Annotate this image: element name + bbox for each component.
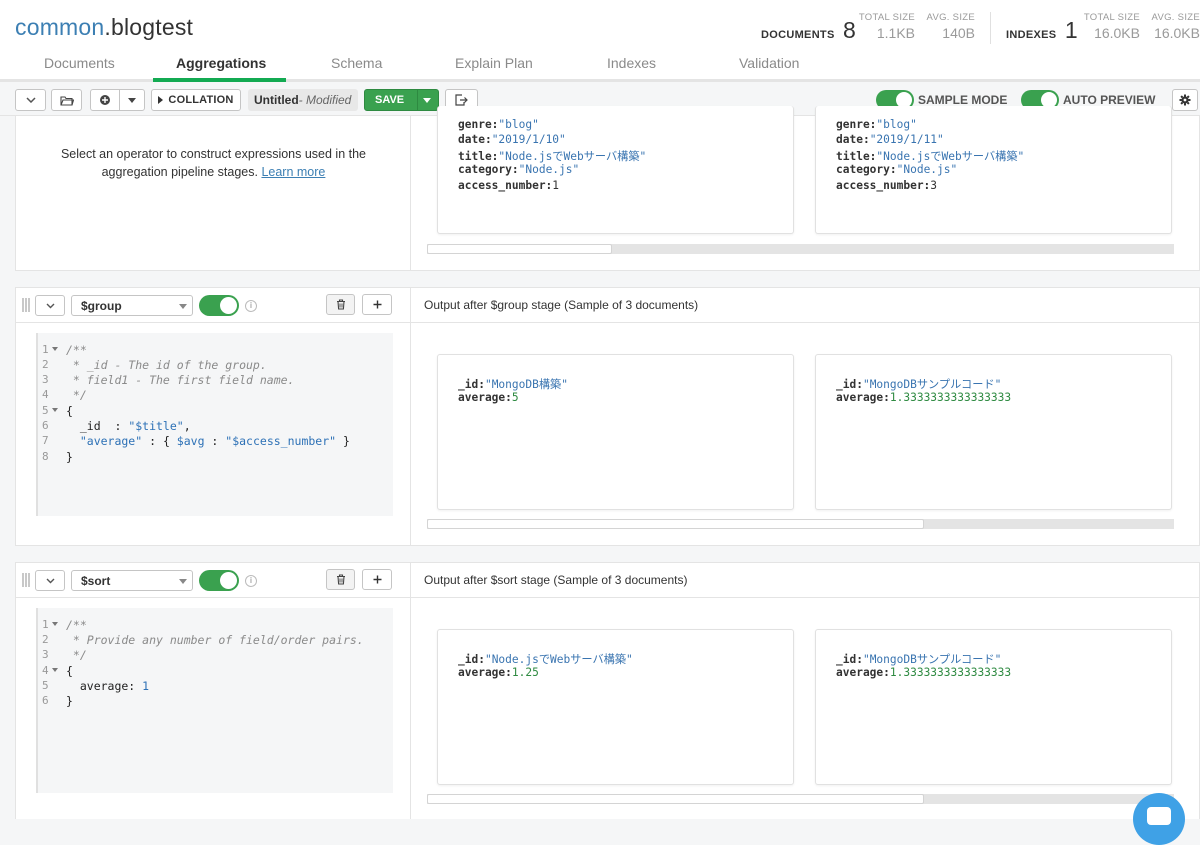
stage-output-title: Output after $sort stage (Sample of 3 do… [424,573,688,587]
caret-down-icon [128,97,136,103]
operator-help-text: Select an operator to construct expressi… [60,147,367,179]
plus-circle-icon [100,95,110,105]
tab-aggregations[interactable]: Aggregations [176,55,266,71]
tab-indexes[interactable]: Indexes [607,55,656,71]
stage-operator-select[interactable]: $group [71,295,193,316]
pipeline-stage-group: $group i Output after $group stage (Samp… [15,287,1200,546]
chat-icon [1147,807,1171,825]
preview-document-card: genre:"blog" date:"2019/1/10" title:"Nod… [437,106,794,234]
header-divider [990,12,991,44]
plus-icon [373,300,381,309]
stage-enable-toggle[interactable] [199,295,239,316]
indexes-stat: INDEXES 1 [1006,17,1078,43]
drag-handle-icon[interactable] [22,573,31,587]
stage-enable-toggle[interactable] [199,570,239,591]
learn-more-link[interactable]: Learn more [261,165,325,179]
preview-document-card: _id:"MongoDB構築" average:5 [437,354,794,510]
collapse-stage-button[interactable] [35,295,65,316]
collapse-all-button[interactable] [15,89,46,111]
caret-right-icon [158,96,164,104]
gear-icon [1179,94,1191,106]
chevron-down-icon [46,578,54,583]
tab-schema[interactable]: Schema [331,55,382,71]
info-icon[interactable]: i [245,575,257,587]
auto-preview-label: AUTO PREVIEW [1063,93,1156,107]
pipeline-stage-initial: Select an operator to construct expressi… [15,106,1200,271]
avg-size-stat: AVG. SIZE 140B [926,12,975,41]
index-total-size-stat: TOTAL SIZE 16.0KB [1083,12,1140,41]
preview-document-card: _id:"MongoDBサンプルコード" average:1.333333333… [815,354,1172,510]
chat-widget-button[interactable] [1133,793,1185,845]
tab-validation[interactable]: Validation [739,55,799,71]
folder-open-icon [59,95,74,106]
pipeline-name[interactable]: Untitled - Modified [248,89,358,111]
stage-code-editor[interactable]: 1 2 3 4 5 6 /** * Provide any number of … [36,608,393,793]
new-pipeline-button[interactable] [90,89,120,111]
sample-mode-label: SAMPLE MODE [918,93,1008,107]
delete-stage-button[interactable] [326,569,355,590]
delete-stage-button[interactable] [326,294,355,315]
active-tab-indicator [153,78,286,82]
pipeline-stage-sort: $sort i Output after $sort stage (Sample… [15,562,1200,819]
chevron-down-icon [46,303,54,308]
open-saved-pipelines-button[interactable] [51,89,82,111]
trash-icon [336,574,345,585]
chevron-down-icon [25,97,36,103]
total-size-stat: TOTAL SIZE 1.1KB [858,12,915,41]
trash-icon [336,299,345,310]
index-avg-size-stat: AVG. SIZE 16.0KB [1151,12,1200,41]
stage-operator-select[interactable]: $sort [71,570,193,591]
tab-documents[interactable]: Documents [44,55,115,71]
documents-stat: DOCUMENTS 8 [761,17,856,43]
preview-document-card: _id:"MongoDBサンプルコード" average:1.333333333… [815,629,1172,785]
namespace-title: common.blogtest [15,14,194,40]
tab-explain-plan[interactable]: Explain Plan [455,55,533,71]
new-pipeline-dropdown[interactable] [119,89,145,111]
info-icon[interactable]: i [245,300,257,312]
collapse-stage-button[interactable] [35,570,65,591]
add-stage-button[interactable] [362,569,392,590]
add-stage-button[interactable] [362,294,392,315]
stage-output-title: Output after $group stage (Sample of 3 d… [424,298,699,312]
horizontal-scrollbar[interactable] [427,244,1174,254]
collection-header: common.blogtest DOCUMENTS 8 TOTAL SIZE 1… [0,0,1200,82]
save-button[interactable]: SAVE [364,89,439,111]
preview-document-card: _id:"Node.jsでWebサーバ構築" average:1.25 [437,629,794,785]
horizontal-scrollbar[interactable] [427,794,1174,804]
horizontal-scrollbar[interactable] [427,519,1174,529]
plus-icon [373,575,381,584]
stage-code-editor[interactable]: 1 2 3 4 5 6 7 8 /** * _id - The id of th… [36,333,393,516]
save-dropdown-caret[interactable] [423,98,431,103]
preview-document-card: genre:"blog" date:"2019/1/11" title:"Nod… [815,106,1172,234]
settings-button[interactable] [1172,89,1198,111]
collation-button[interactable]: COLLATION [151,89,241,111]
drag-handle-icon[interactable] [22,298,31,312]
export-icon [455,94,468,106]
